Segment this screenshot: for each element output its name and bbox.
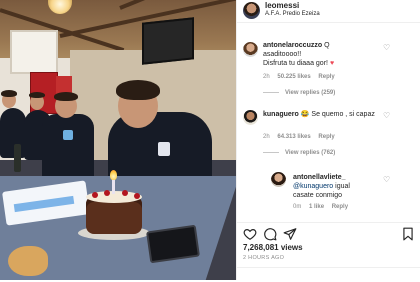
window — [10, 30, 58, 74]
candle — [112, 178, 115, 194]
post-video[interactable] — [0, 0, 236, 280]
heart-icon[interactable] — [243, 227, 257, 241]
comment-text: casate conmigo — [293, 192, 343, 199]
comment-username[interactable]: antonelaroccuzzo — [263, 42, 322, 49]
comment-icon[interactable] — [263, 227, 277, 241]
strawberry — [134, 193, 140, 199]
comment-username[interactable]: kunaguero — [263, 111, 299, 118]
paper-plane-icon[interactable] — [283, 227, 297, 241]
comment-likes[interactable]: 50.225 likes — [277, 74, 310, 80]
comment-like-heart-icon[interactable]: ♡ — [383, 112, 390, 120]
bookmark-icon[interactable] — [401, 227, 415, 241]
comment-reply-button[interactable]: Reply — [318, 134, 334, 140]
comment-body: kunaguero 😂 Se quemo , si capaz — [263, 110, 403, 119]
comment-time: 0m — [293, 204, 302, 210]
post-actions: 7,268,081 views 2 HOURS AGO — [237, 222, 420, 281]
comment-reply-button[interactable]: Reply — [318, 74, 334, 80]
comment-meta: 2h 64.313 likes Reply — [263, 134, 341, 140]
comment-like-heart-icon[interactable]: ♡ — [383, 176, 390, 184]
view-count[interactable]: 7,268,081 views — [243, 243, 303, 252]
comment-meta: 2h 50.225 likes Reply — [263, 74, 341, 80]
comment-reply-button[interactable]: Reply — [332, 204, 348, 210]
comment-likes[interactable]: 1 like — [309, 204, 324, 210]
comments-list: antonelaroccuzzo Q asaditoooo!! Disfruta… — [237, 22, 420, 222]
comment-time: 2h — [263, 134, 270, 140]
comment-text: asaditoooo!! — [263, 51, 302, 58]
strawberry — [104, 190, 110, 196]
candle-flame — [110, 170, 117, 180]
commenter-avatar[interactable] — [243, 42, 258, 57]
instagram-post: leomessi A.F.A. Predio Ezeiza antonelaro… — [0, 0, 420, 280]
comment-text: Q — [324, 42, 330, 49]
comment-text: Disfruta tu diaaa gor! — [263, 60, 328, 67]
comment-meta: 0m 1 like Reply — [293, 204, 354, 210]
comment-likes[interactable]: 64.313 likes — [277, 134, 310, 140]
comment-like-heart-icon[interactable]: ♡ — [383, 44, 390, 52]
bottle — [14, 144, 21, 172]
post-timestamp: 2 HOURS AGO — [243, 255, 285, 261]
wall-tv — [142, 17, 194, 65]
laughing-emoji: 😂 — [300, 111, 310, 118]
comment-time: 2h — [263, 74, 270, 80]
author-username[interactable]: leomessi — [265, 1, 299, 10]
strawberry — [122, 190, 128, 196]
heart-emoji: ♥ — [329, 60, 335, 67]
comment-text: igual — [335, 183, 350, 190]
author-avatar[interactable] — [243, 2, 260, 19]
comment-body: antonelaroccuzzo Q asaditoooo!! Disfruta… — [263, 41, 403, 68]
comment-mention[interactable]: @kunaguero — [293, 183, 333, 190]
comment-username[interactable]: antonellavliete_ — [293, 174, 346, 181]
bread — [8, 246, 48, 276]
post-header: leomessi A.F.A. Predio Ezeiza — [237, 0, 420, 23]
commenter-avatar[interactable] — [271, 172, 286, 187]
strawberry — [92, 192, 98, 198]
comment-text: Se quemo , si capaz — [311, 111, 375, 118]
post-location[interactable]: A.F.A. Predio Ezeiza — [265, 11, 320, 17]
view-replies-button[interactable]: View replies (259) — [263, 90, 335, 96]
commenter-avatar[interactable] — [243, 110, 258, 125]
view-replies-button[interactable]: View replies (762) — [263, 150, 335, 156]
post-details-panel: leomessi A.F.A. Predio Ezeiza antonelaro… — [236, 0, 420, 280]
